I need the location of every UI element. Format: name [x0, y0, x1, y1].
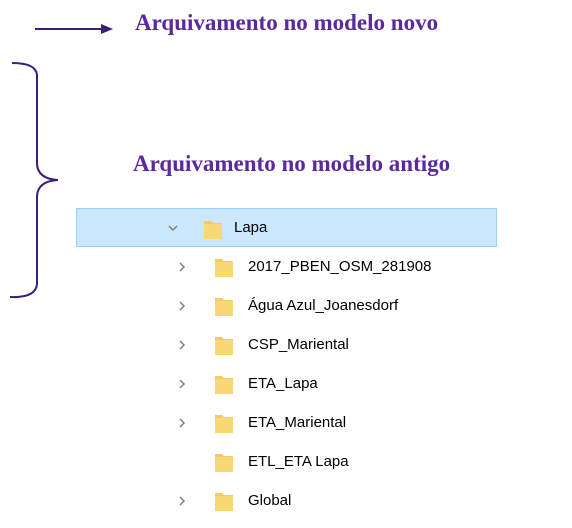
chevron-right-icon[interactable] [172, 325, 192, 364]
tree-item-label: Lapa [234, 219, 268, 236]
chevron-right-icon[interactable] [172, 481, 192, 520]
tree-item-etl-eta-lapa[interactable]: ETL_ETA Lapa [76, 442, 497, 481]
chevron-right-icon[interactable] [172, 403, 192, 442]
tree-item-label: Global [248, 492, 292, 509]
chevron-down-icon[interactable] [163, 209, 183, 246]
tree-item-label: ETA_Mariental [248, 414, 347, 431]
folder-icon [214, 490, 234, 512]
chevron-right-icon[interactable] [172, 286, 192, 325]
folder-icon [203, 218, 223, 240]
tree-item-label: CSP_Mariental [248, 336, 349, 353]
tree-item-eta-lapa[interactable]: ETA_Lapa [76, 364, 497, 403]
tree-item-2017-pben[interactable]: 2017_PBEN_OSM_281908 [76, 247, 497, 286]
chevron-right-icon[interactable] [172, 364, 192, 403]
folder-icon [214, 373, 234, 395]
tree-item-global[interactable]: Global [76, 481, 497, 520]
folder-icon [214, 256, 234, 278]
tree-item-agua-azul[interactable]: Água Azul_Joanesdorf [76, 286, 497, 325]
tree-item-csp-mariental[interactable]: CSP_Mariental [76, 325, 497, 364]
arrow-right-icon [35, 24, 113, 34]
tree-item-lapa[interactable]: Lapa [76, 208, 497, 247]
folder-tree: Lapa 2017_PBEN_OSM_281908 Água Azul_Joan… [76, 208, 572, 520]
folder-icon [214, 451, 234, 473]
chevron-right-icon[interactable] [172, 247, 192, 286]
tree-item-label: ETA_Lapa [248, 375, 318, 392]
tree-item-eta-mariental[interactable]: ETA_Mariental [76, 403, 497, 442]
tree-item-label: Água Azul_Joanesdorf [248, 297, 399, 314]
tree-item-label: 2017_PBEN_OSM_281908 [248, 258, 432, 275]
folder-icon [214, 412, 234, 434]
folder-icon [214, 295, 234, 317]
folder-icon [214, 334, 234, 356]
tree-item-label: ETL_ETA Lapa [248, 453, 349, 470]
curly-brace [9, 62, 59, 299]
